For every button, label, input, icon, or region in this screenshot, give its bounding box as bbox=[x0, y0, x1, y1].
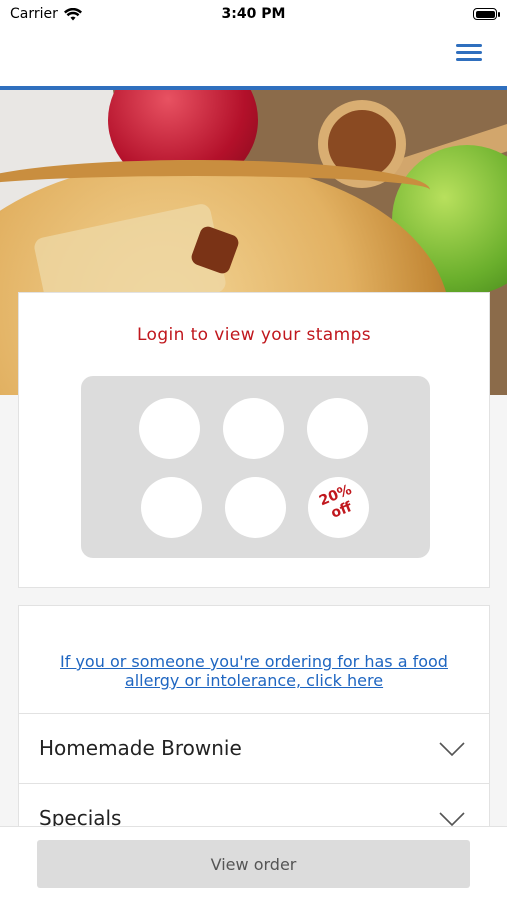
bottom-bar: View order bbox=[0, 826, 507, 901]
app-header bbox=[0, 30, 507, 90]
stamp-grid: 20% off bbox=[81, 376, 430, 558]
stamp-card[interactable]: Login to view your stamps 20% off bbox=[18, 292, 490, 588]
category-homemade-brownie[interactable]: Homemade Brownie bbox=[18, 714, 490, 784]
chevron-down-icon bbox=[439, 742, 465, 756]
chevron-down-icon bbox=[439, 812, 465, 826]
reward-label: 20% off bbox=[304, 477, 373, 530]
allergy-info-link[interactable]: If you or someone you're ordering for ha… bbox=[39, 652, 469, 690]
stamp-slot-3 bbox=[307, 398, 368, 459]
stamp-slot-5 bbox=[225, 477, 286, 538]
pie-crust-decoration bbox=[0, 160, 430, 220]
stamp-slot-1 bbox=[139, 398, 200, 459]
stamp-reward-slot: 20% off bbox=[308, 477, 369, 538]
hamburger-menu-icon[interactable] bbox=[456, 40, 482, 64]
battery-icon bbox=[473, 8, 500, 20]
status-bar: Carrier 3:40 PM bbox=[0, 0, 507, 30]
category-label: Homemade Brownie bbox=[39, 736, 242, 760]
clock: 3:40 PM bbox=[221, 6, 286, 22]
allergy-notice-card: If you or someone you're ordering for ha… bbox=[18, 605, 490, 714]
stamp-slot-2 bbox=[223, 398, 284, 459]
stamp-slot-4 bbox=[141, 477, 202, 538]
view-order-button[interactable]: View order bbox=[37, 840, 470, 888]
stamp-login-prompt[interactable]: Login to view your stamps bbox=[19, 325, 489, 345]
